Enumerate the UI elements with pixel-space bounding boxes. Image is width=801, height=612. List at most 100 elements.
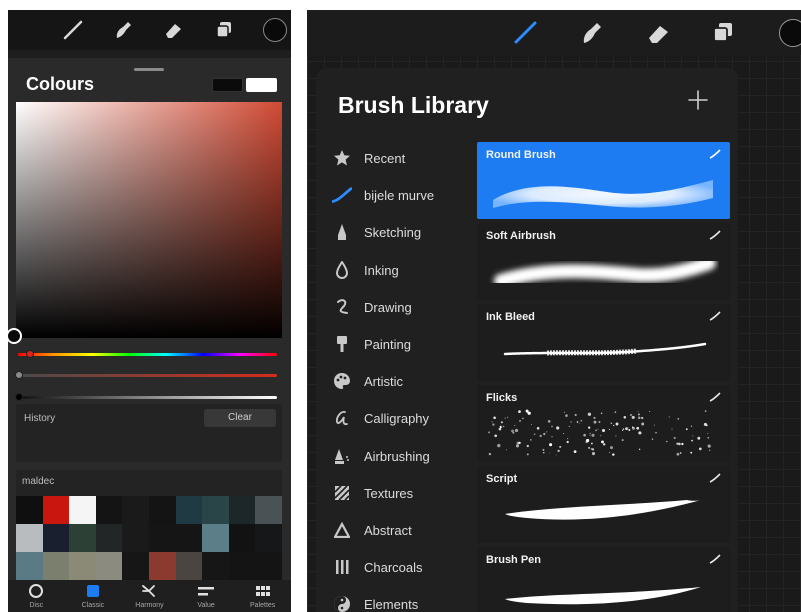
flick-speck bbox=[573, 450, 577, 453]
layers-icon[interactable] bbox=[710, 20, 736, 46]
saturation-slider-knob[interactable] bbox=[15, 371, 23, 379]
category-charcoals[interactable]: Charcoals bbox=[330, 549, 480, 586]
category-painting[interactable]: Painting bbox=[330, 326, 480, 363]
tab-disc[interactable]: Disc bbox=[8, 580, 65, 612]
right-toolbar bbox=[307, 10, 801, 55]
smudge-icon[interactable] bbox=[112, 19, 134, 41]
palette-swatch[interactable] bbox=[149, 524, 176, 552]
eraser-icon[interactable] bbox=[645, 20, 671, 46]
panel-grabber[interactable] bbox=[134, 68, 164, 71]
tab-palettes[interactable]: Palettes bbox=[234, 580, 291, 612]
palette-swatch[interactable] bbox=[175, 552, 203, 580]
flick-speck bbox=[591, 442, 593, 445]
flick-speck bbox=[500, 421, 503, 424]
saturation-value-picker[interactable] bbox=[16, 102, 282, 338]
category-recent[interactable]: Recent bbox=[330, 140, 480, 177]
smudge-icon[interactable] bbox=[578, 20, 604, 46]
disc-icon bbox=[28, 583, 44, 599]
brush-round-brush[interactable]: Round Brush bbox=[477, 142, 730, 219]
palette-swatch[interactable] bbox=[202, 524, 229, 552]
palette-swatch[interactable] bbox=[42, 496, 70, 524]
palette-swatch[interactable] bbox=[175, 524, 203, 552]
brightness-slider-knob[interactable] bbox=[15, 393, 23, 401]
hue-slider-knob[interactable] bbox=[26, 350, 34, 358]
palette-swatch[interactable] bbox=[16, 524, 43, 552]
palette-swatch[interactable] bbox=[175, 496, 203, 524]
palette-swatch[interactable] bbox=[255, 524, 282, 552]
history-section: History Clear bbox=[16, 404, 282, 462]
stroke-icon bbox=[332, 185, 352, 205]
tab-palettes-label: Palettes bbox=[250, 602, 276, 609]
category-label: bijele murve bbox=[364, 188, 435, 204]
brightness-slider[interactable] bbox=[18, 396, 277, 399]
primary-color-swatch[interactable] bbox=[212, 78, 243, 92]
category-label: Charcoals bbox=[364, 560, 423, 576]
category-drawing[interactable]: Drawing bbox=[330, 289, 480, 326]
category-label: Sketching bbox=[364, 225, 422, 241]
tab-value[interactable]: Value bbox=[178, 580, 235, 612]
flick-speck bbox=[559, 445, 562, 448]
flick-speck bbox=[531, 423, 532, 425]
palette-swatch[interactable] bbox=[149, 552, 176, 580]
category-sketching[interactable]: Sketching bbox=[330, 214, 480, 251]
brush-soft-airbrush[interactable]: Soft Airbrush bbox=[477, 223, 730, 300]
palette-swatch[interactable] bbox=[255, 496, 282, 524]
palette-swatch[interactable] bbox=[69, 552, 96, 580]
palette-swatch[interactable] bbox=[95, 524, 123, 552]
category-bijele-murve[interactable]: bijele murve bbox=[330, 177, 480, 214]
plus-icon[interactable] bbox=[686, 88, 710, 112]
flick-speck bbox=[668, 416, 670, 418]
brush-ink-bleed[interactable]: Ink Bleed bbox=[477, 304, 730, 381]
flick-speck bbox=[580, 419, 583, 422]
palette-swatch[interactable] bbox=[149, 496, 176, 524]
palette-swatch[interactable] bbox=[202, 496, 229, 524]
brush-brush-pen[interactable]: Brush Pen bbox=[477, 547, 730, 612]
brush-flicks[interactable]: Flicks bbox=[477, 385, 730, 462]
palette-swatch[interactable] bbox=[122, 496, 149, 524]
palette-swatch[interactable] bbox=[122, 524, 149, 552]
colours-panel: Colours History Clear maldec Disc Classi bbox=[8, 58, 291, 612]
texture-icon bbox=[332, 483, 352, 503]
palette-swatch[interactable] bbox=[16, 496, 43, 524]
category-artistic[interactable]: Artistic bbox=[330, 363, 480, 400]
layers-icon[interactable] bbox=[213, 19, 235, 41]
tab-classic[interactable]: Classic bbox=[65, 580, 122, 612]
category-calligraphy[interactable]: Calligraphy bbox=[330, 400, 480, 437]
brush-icon[interactable] bbox=[62, 19, 84, 41]
saturation-slider[interactable] bbox=[18, 374, 277, 377]
palette-swatch[interactable] bbox=[202, 552, 229, 580]
category-textures[interactable]: Textures bbox=[330, 475, 480, 512]
palette-swatch[interactable] bbox=[95, 496, 123, 524]
eraser-icon[interactable] bbox=[162, 19, 184, 41]
hue-slider[interactable] bbox=[18, 353, 277, 356]
category-airbrushing[interactable]: Airbrushing bbox=[330, 438, 480, 475]
palette-swatch[interactable] bbox=[42, 552, 70, 580]
brush-script[interactable]: Script bbox=[477, 466, 730, 543]
palette-swatch[interactable] bbox=[69, 496, 96, 524]
palette-swatch[interactable] bbox=[228, 524, 256, 552]
palette-swatch[interactable] bbox=[228, 496, 256, 524]
palette-swatch[interactable] bbox=[69, 524, 96, 552]
secondary-color-swatch[interactable] bbox=[246, 78, 277, 92]
clear-history-button[interactable]: Clear bbox=[204, 409, 276, 427]
color-picker-cursor[interactable] bbox=[8, 328, 22, 344]
category-abstract[interactable]: Abstract bbox=[330, 512, 480, 549]
flick-speck bbox=[536, 427, 540, 430]
current-color-button[interactable] bbox=[263, 18, 287, 42]
palette-swatch[interactable] bbox=[42, 524, 70, 552]
tab-harmony[interactable]: Harmony bbox=[121, 580, 178, 612]
flick-speck bbox=[636, 426, 640, 430]
palette-swatch[interactable] bbox=[255, 552, 282, 580]
category-elements[interactable]: Elements bbox=[330, 586, 480, 612]
category-inking[interactable]: Inking bbox=[330, 252, 480, 289]
brush-preview-pen bbox=[505, 587, 701, 605]
flick-speck bbox=[615, 435, 617, 437]
flick-speck bbox=[551, 436, 553, 438]
palette-swatch[interactable] bbox=[16, 552, 43, 580]
current-color-button[interactable] bbox=[779, 19, 801, 47]
palette-swatch[interactable] bbox=[95, 552, 123, 580]
flick-speck bbox=[574, 413, 577, 417]
palette-swatch[interactable] bbox=[228, 552, 256, 580]
brush-icon[interactable] bbox=[512, 20, 538, 46]
palette-swatch[interactable] bbox=[122, 552, 149, 580]
